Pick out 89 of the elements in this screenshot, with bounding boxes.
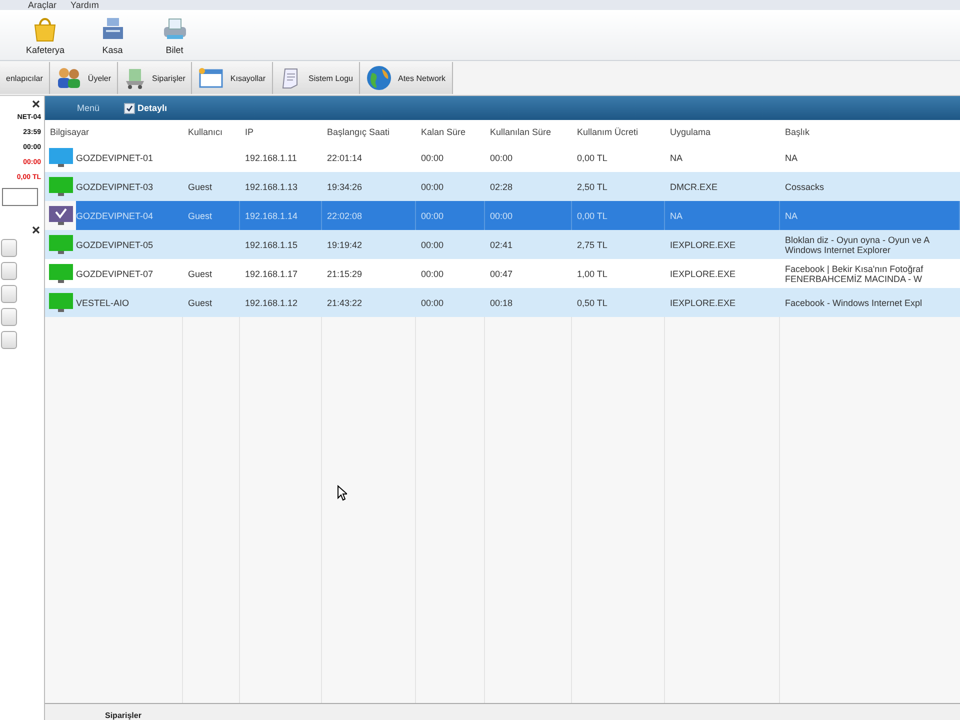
table-cell: NA xyxy=(665,143,780,172)
input-field[interactable] xyxy=(2,188,38,206)
table-cell: DMCR.EXE xyxy=(665,172,780,201)
table-cell: 22:01:14 xyxy=(322,143,416,172)
table-cell: 02:28 xyxy=(485,172,572,201)
menu-link[interactable]: Menü xyxy=(77,103,100,113)
table-cell: 0,00 TL xyxy=(572,201,665,230)
table-cell: 19:19:42 xyxy=(322,230,416,259)
table-cell: 21:15:29 xyxy=(322,259,416,288)
table-cell: 21:43:22 xyxy=(322,288,416,317)
table-cell: 22:02:08 xyxy=(322,201,416,230)
cart-icon xyxy=(124,66,146,90)
bottom-tab[interactable]: Siparişler xyxy=(105,711,142,720)
menu-item[interactable]: Yardım xyxy=(70,1,99,10)
tab[interactable]: Sistem Logu xyxy=(272,62,360,94)
table-cell: 192.168.1.12 xyxy=(240,288,322,317)
table-cell: Facebook | Bekir Kısa'nın Fotoğraf FENERBAHCEMİZ MACINDA - W xyxy=(780,259,960,288)
monitor-icon xyxy=(48,262,74,286)
table-cell: Guest xyxy=(183,288,240,317)
table-cell: IEXPLORE.EXE xyxy=(665,259,780,288)
table-cell: Facebook - Windows Internet Expl xyxy=(780,288,960,317)
column-header[interactable]: Kalan Süre xyxy=(416,120,485,143)
tab[interactable]: Siparişler xyxy=(118,62,192,94)
column-header[interactable]: Kullanım Ücreti xyxy=(572,120,665,143)
table-cell: 00:18 xyxy=(485,288,572,317)
table-cell: Bloklan diz - Oyun oyna - Oyun ve A Windows Internet Explorer xyxy=(780,230,960,259)
table-cell: 00:00 xyxy=(416,172,485,201)
tab[interactable]: Kısayollar xyxy=(192,62,273,94)
column-header[interactable]: IP xyxy=(240,120,322,143)
table-cell: 1,00 TL xyxy=(572,259,665,288)
table-cell: Cossacks xyxy=(780,172,960,201)
monitor-icon xyxy=(48,232,74,256)
column-header[interactable]: Uygulama xyxy=(665,120,780,143)
checkbox-label: Detaylı xyxy=(138,103,168,113)
tab[interactable]: Üyeler xyxy=(50,62,118,94)
column-header[interactable]: Kullanıcı xyxy=(183,120,240,143)
toolbar-button[interactable]: Kafeterya xyxy=(22,15,69,55)
column-header[interactable]: Başlık xyxy=(780,120,960,143)
table-cell: 2,75 TL xyxy=(572,230,665,259)
table-cell: 00:00 xyxy=(485,201,572,230)
column-header[interactable]: Bilgisayar xyxy=(45,120,183,143)
table-cell: 0,50 TL xyxy=(572,288,665,317)
checkbox[interactable] xyxy=(124,102,135,114)
column-header[interactable]: Kullanılan Süre xyxy=(485,120,572,143)
table-cell: 00:00 xyxy=(416,288,485,317)
table-cell: NA xyxy=(665,201,780,230)
table-cell: 00:00 xyxy=(416,230,485,259)
table-cell: 192.168.1.11 xyxy=(240,143,322,172)
side-button[interactable] xyxy=(1,239,17,257)
column-header[interactable]: Başlangıç Saati xyxy=(322,120,416,143)
table-cell: 0,00 TL xyxy=(572,143,665,172)
side-button[interactable] xyxy=(1,262,17,280)
table-cell: IEXPLORE.EXE xyxy=(665,288,780,317)
table-cell: Guest xyxy=(183,259,240,288)
table-cell: 192.168.1.13 xyxy=(240,172,322,201)
window-icon xyxy=(198,67,224,89)
table-cell: 00:00 xyxy=(416,143,485,172)
users-icon xyxy=(56,67,82,89)
table-cell: Guest xyxy=(183,201,240,230)
table-cell: 00:00 xyxy=(416,201,485,230)
table-cell: 00:00 xyxy=(485,143,572,172)
toolbar-button[interactable]: Kasa xyxy=(94,15,131,55)
tab[interactable]: Ates Network xyxy=(360,62,453,94)
monitor-icon xyxy=(48,290,74,314)
monitor-icon xyxy=(48,174,74,198)
side-button[interactable] xyxy=(1,285,17,303)
tab[interactable]: enlapıcılar xyxy=(0,62,50,94)
monitor-icon xyxy=(48,204,74,228)
toolbar-button[interactable]: Bilet xyxy=(156,15,193,55)
table-cell: 00:00 xyxy=(416,259,485,288)
close-icon[interactable] xyxy=(32,100,40,108)
table-cell: 192.168.1.15 xyxy=(240,230,322,259)
table-cell: 192.168.1.17 xyxy=(240,259,322,288)
globe-icon xyxy=(366,65,392,91)
table-cell: 2,50 TL xyxy=(572,172,665,201)
table-cell: 192.168.1.14 xyxy=(240,201,322,230)
side-button[interactable] xyxy=(1,331,17,349)
menu-item[interactable]: Araçlar xyxy=(28,1,57,10)
table-cell: 19:34:26 xyxy=(322,172,416,201)
table-cell: IEXPLORE.EXE xyxy=(665,230,780,259)
table-cell: NA xyxy=(780,201,960,230)
table-cell: Guest xyxy=(183,172,240,201)
table-cell: 00:47 xyxy=(485,259,572,288)
mouse-cursor-icon xyxy=(337,485,347,501)
table-cell: NA xyxy=(780,143,960,172)
close-icon[interactable] xyxy=(32,226,40,234)
monitor-icon xyxy=(48,146,74,170)
side-button[interactable] xyxy=(1,308,17,326)
table-cell: 02:41 xyxy=(485,230,572,259)
